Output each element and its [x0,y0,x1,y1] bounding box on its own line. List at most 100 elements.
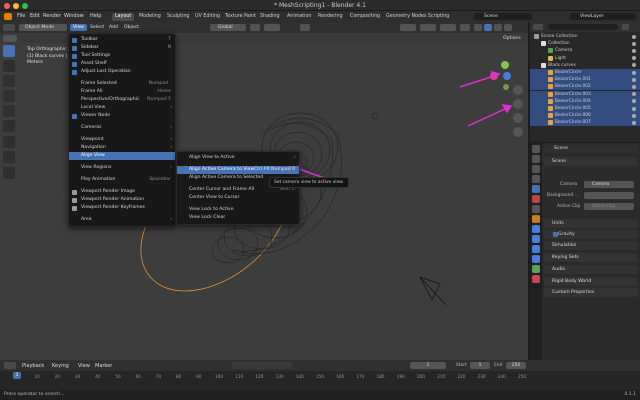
scene-tab-icon[interactable] [532,185,540,193]
checkbox-icon[interactable] [72,37,77,43]
shading-rendered-icon[interactable] [504,24,512,31]
tab-animation[interactable]: Animation [284,13,314,21]
tool-tab-icon[interactable] [532,145,540,153]
visibility-eye-icon[interactable] [632,56,636,61]
tab-modeling[interactable]: Modeling [136,13,164,21]
gizmo-z-icon[interactable] [503,72,511,80]
menu-edit[interactable]: Edit [30,13,40,19]
mode-selector[interactable]: Object Mode [19,24,67,31]
xray-toggle-icon[interactable] [460,24,470,31]
shading-solid-icon[interactable] [484,24,492,31]
outliner-row[interactable]: BezierCircle.005 [530,105,640,112]
zoom-view-icon[interactable] [513,85,523,95]
view-menu-item-perspective-orthographic[interactable]: Perspective/Orthographic Numpad 5 [69,96,175,104]
tab-texture-paint[interactable]: Texture Paint [222,13,259,21]
minimize-window-button[interactable] [13,2,19,9]
view-menu-item-frame-all[interactable]: Frame All Home [69,88,175,96]
view-layer-tab-icon[interactable] [532,175,540,183]
filter-icon[interactable] [622,24,629,30]
section-units[interactable]: Units [544,219,638,228]
scene-selector[interactable]: Scene [474,13,532,20]
timeline-ruler[interactable]: 0102030405060708090100110120130140150160… [0,371,640,390]
outliner-editor-type-icon[interactable] [533,24,543,30]
view-menu-item-viewer-node[interactable]: Viewer Node [69,112,175,120]
gizmo-neg-y-icon[interactable] [503,84,509,90]
add-cube-tool-icon[interactable] [3,167,15,179]
menu-playback[interactable]: Playback [22,363,44,369]
view-menu-item-align-view[interactable]: Align View › [69,152,175,160]
outliner-row[interactable]: BezierCircle.002 [530,83,640,91]
checkbox-icon[interactable] [72,45,77,51]
view-menu-item-sidebar[interactable]: Sidebar N [69,44,175,52]
camera-field[interactable]: Camera [584,181,634,188]
tab-sculpting[interactable]: Sculpting [164,13,192,21]
modifier-tab-icon[interactable] [532,225,540,233]
visibility-eye-icon[interactable] [632,41,636,46]
tab-scripting[interactable]: Scripting [425,13,452,21]
menu-file[interactable]: File [17,13,25,19]
overlay-toggle-icon[interactable] [440,24,456,31]
section-keying-sets[interactable]: Keying Sets [544,253,638,262]
view-menu-item-viewport-render-image[interactable]: Viewport Render Image [69,188,175,196]
visibility-eye-icon[interactable] [632,63,636,68]
align-menu-item-view-lock-to-active[interactable]: View Lock to Active [177,206,299,214]
select-mode-icon[interactable] [3,34,17,42]
view-menu-item-toolbar[interactable]: Toolbar T [69,36,175,44]
outliner-row[interactable]: Black curves [530,62,640,69]
menu-marker[interactable]: Marker [95,363,112,369]
render-tab-icon[interactable] [532,155,540,163]
checkbox-icon[interactable] [72,61,77,67]
menu-timeline-view[interactable]: View [78,363,90,369]
outliner-row[interactable]: BezierCircle.007 [530,119,640,127]
outliner-search-input[interactable] [548,24,618,30]
options-button[interactable]: Options [500,35,524,42]
tab-layout[interactable]: Layout [112,12,135,21]
material-tab-icon[interactable] [532,275,540,283]
particles-tab-icon[interactable] [532,235,540,243]
transform-orientation-selector[interactable]: Global [210,24,246,31]
menu-select[interactable]: Select [87,24,107,31]
outliner-row[interactable]: BezierCircle [530,69,640,76]
zoom-window-button[interactable] [22,2,28,9]
visibility-eye-icon[interactable] [632,84,636,89]
menu-window[interactable]: Window [64,13,84,19]
outliner-row[interactable]: Collection [530,40,640,47]
view-menu-item-play-animation[interactable]: Play Animation Spacebar [69,176,175,184]
outliner-row[interactable]: Camera [530,47,640,54]
section-rigid-body-world[interactable]: Rigid Body World [544,277,638,286]
start-frame-field[interactable]: 1 [470,362,490,369]
move-tool-icon[interactable] [3,75,15,87]
collection-tab-icon[interactable] [532,205,540,213]
visibility-eye-icon[interactable] [632,99,636,104]
view-menu-item-area[interactable]: Area › [69,216,175,224]
view-menu-item-viewport-render-animation[interactable]: Viewport Render Animation [69,196,175,204]
visibility-eye-icon[interactable] [632,113,636,118]
scale-tool-icon[interactable] [3,105,15,117]
pan-view-icon[interactable] [513,99,523,109]
section-gravity[interactable]: Gravity [544,230,638,239]
output-tab-icon[interactable] [532,165,540,173]
visibility-eye-icon[interactable] [632,34,636,39]
section-audio[interactable]: Audio [544,265,638,274]
checkbox-icon[interactable] [72,69,77,75]
align-menu-item-align-active-camera-to-view[interactable]: Align Active Camera to View Ctrl Alt Nump… [177,166,299,174]
tab-rendering[interactable]: Rendering [315,13,346,21]
outliner-row[interactable]: Scene Collection [530,33,640,40]
menu-object[interactable]: Object [121,24,142,31]
select-box-tool-icon[interactable] [3,45,15,57]
outliner-row[interactable]: BezierCircle.004 [530,97,640,105]
visibility-eye-icon[interactable] [632,70,636,75]
timeline-editor-type-icon[interactable] [4,362,16,369]
close-window-button[interactable] [4,2,10,9]
outliner-row[interactable]: Light [530,55,640,62]
proportional-edit-icon[interactable] [300,24,310,31]
outliner-row[interactable]: BezierCircle.006 [530,112,640,120]
visibility-eye-icon[interactable] [632,48,636,53]
playhead[interactable]: 1 [13,372,21,379]
ortho-toggle-icon[interactable] [513,127,523,137]
section-scene[interactable]: Scene [544,157,638,166]
view-menu-item-tool-settings[interactable]: Tool Settings [69,52,175,60]
view-menu-item-adjust-last-operation[interactable]: Adjust Last Operation [69,68,175,76]
camera-view-icon[interactable] [513,113,523,123]
transform-tool-icon[interactable] [3,120,15,132]
